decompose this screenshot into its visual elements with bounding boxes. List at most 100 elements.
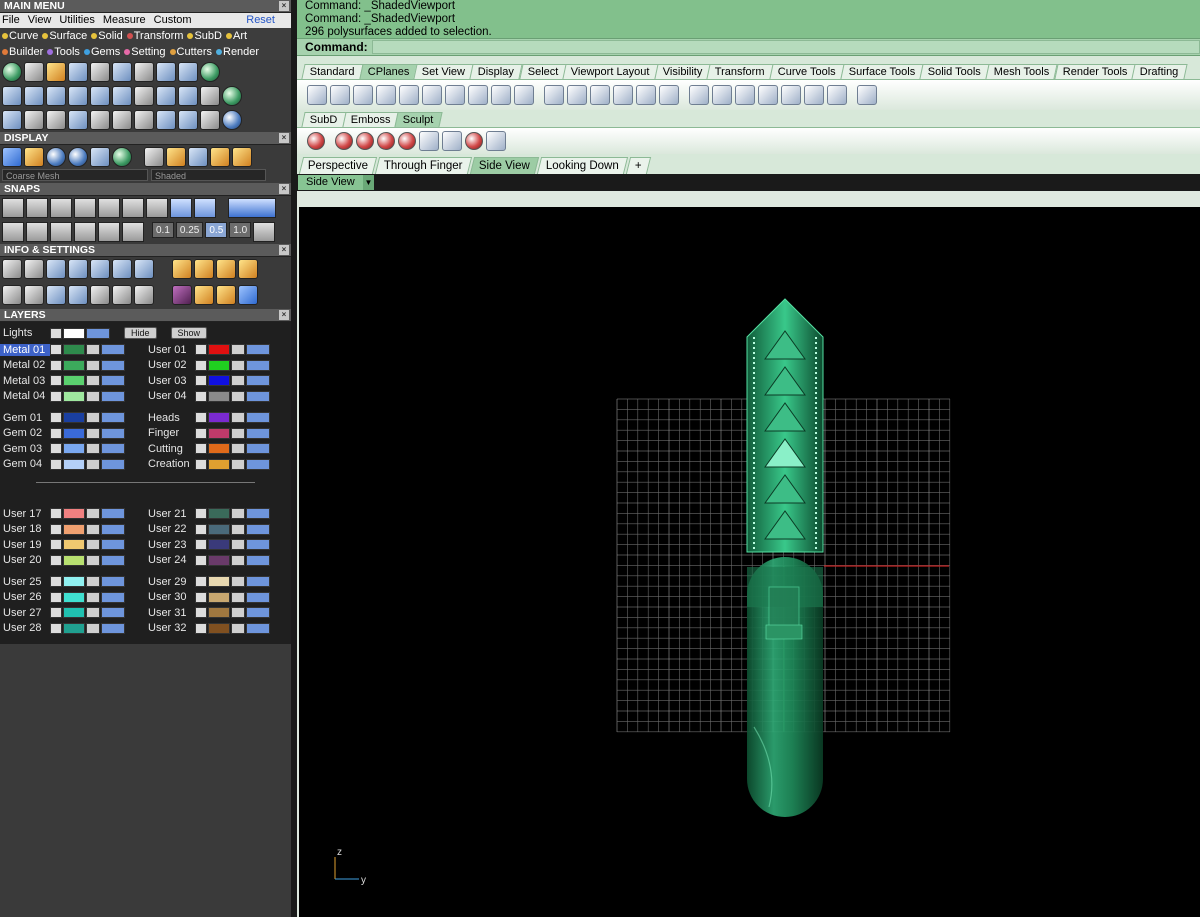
cylinder-icon[interactable] xyxy=(46,285,66,305)
cplane-origin-icon[interactable] xyxy=(330,85,350,105)
play-icon[interactable] xyxy=(50,523,62,535)
viewport[interactable]: z y xyxy=(299,207,1200,917)
layer-visibility-toggle[interactable] xyxy=(101,443,125,455)
play-icon[interactable] xyxy=(195,458,207,470)
mesh-icon[interactable] xyxy=(144,147,164,167)
layer-item[interactable]: User 31 xyxy=(145,607,290,619)
play-icon[interactable] xyxy=(195,359,207,371)
category-tools[interactable]: Tools xyxy=(47,44,80,60)
cube-purple-icon[interactable] xyxy=(134,259,154,279)
layer-visibility-toggle[interactable] xyxy=(246,576,270,588)
layer-color-swatch[interactable] xyxy=(63,576,85,588)
layer-item[interactable]: User 25 xyxy=(0,576,145,588)
snap-cen-icon[interactable] xyxy=(98,198,120,218)
tab-curve-tools[interactable]: Curve Tools xyxy=(769,64,845,79)
cplane-rotate-icon[interactable] xyxy=(514,85,534,105)
calc-icon[interactable] xyxy=(90,86,110,106)
tab-standard[interactable]: Standard xyxy=(301,64,364,79)
layer-color-swatch[interactable] xyxy=(63,508,85,520)
layer-visibility-toggle[interactable] xyxy=(101,344,125,356)
layer-color-swatch[interactable] xyxy=(208,523,230,535)
close-icon[interactable]: × xyxy=(279,310,289,320)
move2-icon[interactable] xyxy=(194,285,214,305)
redo-cplane-icon[interactable] xyxy=(567,85,587,105)
lock-icon[interactable] xyxy=(231,523,245,535)
snap-value-0.1[interactable]: 0.1 xyxy=(152,222,174,238)
lock-icon[interactable] xyxy=(86,412,100,424)
play-icon[interactable] xyxy=(195,539,207,551)
lock-icon[interactable] xyxy=(231,508,245,520)
snap-value-0.25[interactable]: 0.25 xyxy=(175,222,204,238)
layer-color-swatch[interactable] xyxy=(208,576,230,588)
layer-visibility-toggle[interactable] xyxy=(246,523,270,535)
lock-icon[interactable] xyxy=(86,458,100,470)
lock-icon[interactable] xyxy=(86,508,100,520)
layer-visibility-toggle[interactable] xyxy=(246,359,270,371)
category-setting[interactable]: Setting xyxy=(124,44,166,60)
artistic-icon[interactable] xyxy=(112,147,132,167)
split-icon[interactable] xyxy=(200,110,220,130)
tab-display[interactable]: Display xyxy=(469,64,524,79)
play-icon[interactable] xyxy=(50,591,62,603)
mesh-mode-select[interactable]: Coarse Mesh xyxy=(2,169,148,181)
save-cplane-icon[interactable] xyxy=(613,85,633,105)
category-art[interactable]: Art xyxy=(225,28,247,44)
snap-int-icon[interactable] xyxy=(122,198,144,218)
cplane-y-icon[interactable] xyxy=(491,85,511,105)
layer-visibility-toggle[interactable] xyxy=(101,576,125,588)
play-icon[interactable] xyxy=(50,375,62,387)
layer-visibility-toggle[interactable] xyxy=(246,427,270,439)
rotate-icon[interactable] xyxy=(112,110,132,130)
category-render[interactable]: Render xyxy=(216,44,259,60)
lock-icon[interactable] xyxy=(231,412,245,424)
sculpt-inflate-icon[interactable] xyxy=(442,131,462,151)
play-icon[interactable] xyxy=(195,576,207,588)
named-cplane-icon[interactable] xyxy=(659,85,679,105)
play-icon[interactable] xyxy=(195,554,207,566)
snap-value-1.0[interactable]: 1.0 xyxy=(229,222,252,238)
lock-icon[interactable] xyxy=(231,622,245,634)
layer-visibility-toggle[interactable] xyxy=(246,622,270,634)
record-icon[interactable] xyxy=(172,285,192,305)
cplane-curve-icon[interactable] xyxy=(399,85,419,105)
play-icon[interactable] xyxy=(50,607,62,619)
layer-item[interactable]: User 04 xyxy=(145,390,290,402)
menu-custom[interactable]: Custom xyxy=(154,13,192,28)
lock-icon[interactable] xyxy=(86,375,100,387)
settings-icon[interactable] xyxy=(134,86,154,106)
layer-item[interactable]: User 23 xyxy=(145,539,290,551)
viewport-tab-side-view[interactable]: Side View xyxy=(469,157,539,174)
play-icon[interactable] xyxy=(195,344,207,356)
plus-icon[interactable]: + xyxy=(625,157,651,174)
layer-color-swatch[interactable] xyxy=(63,458,85,470)
frame2-icon[interactable] xyxy=(216,259,236,279)
layer-color-swatch[interactable] xyxy=(63,591,85,603)
play-icon[interactable] xyxy=(195,607,207,619)
layer-color-swatch[interactable] xyxy=(63,554,85,566)
move4-icon[interactable] xyxy=(238,285,258,305)
layer-item[interactable]: Gem 01 xyxy=(0,412,145,424)
layer-color-swatch[interactable] xyxy=(208,427,230,439)
layer-visibility-toggle[interactable] xyxy=(246,344,270,356)
tab-set-view[interactable]: Set View xyxy=(413,64,475,79)
mirror-icon[interactable] xyxy=(68,110,88,130)
viewport-tab-perspective[interactable]: Perspective xyxy=(298,157,378,174)
play-icon[interactable] xyxy=(50,539,62,551)
cplane-surface-icon[interactable] xyxy=(422,85,442,105)
viewport-tab-looking-down[interactable]: Looking Down xyxy=(536,157,628,174)
layer-item[interactable]: User 20 xyxy=(0,554,145,566)
layer-visibility-toggle[interactable] xyxy=(246,375,270,387)
play-icon[interactable] xyxy=(50,427,62,439)
chevron-down-icon[interactable]: ▼ xyxy=(363,175,374,190)
layer-item[interactable]: User 17 xyxy=(0,508,145,520)
grid-cplane-icon[interactable] xyxy=(590,85,610,105)
layer-visibility-toggle[interactable] xyxy=(246,539,270,551)
rendered-icon[interactable] xyxy=(68,147,88,167)
layer-item[interactable]: User 24 xyxy=(145,554,290,566)
gold3-icon[interactable] xyxy=(232,147,252,167)
layer-visibility-toggle[interactable] xyxy=(101,554,125,566)
world-left-icon[interactable] xyxy=(735,85,755,105)
lights-toggle[interactable] xyxy=(86,327,110,339)
snap-perp-icon[interactable] xyxy=(146,198,168,218)
layer-visibility-toggle[interactable] xyxy=(101,375,125,387)
